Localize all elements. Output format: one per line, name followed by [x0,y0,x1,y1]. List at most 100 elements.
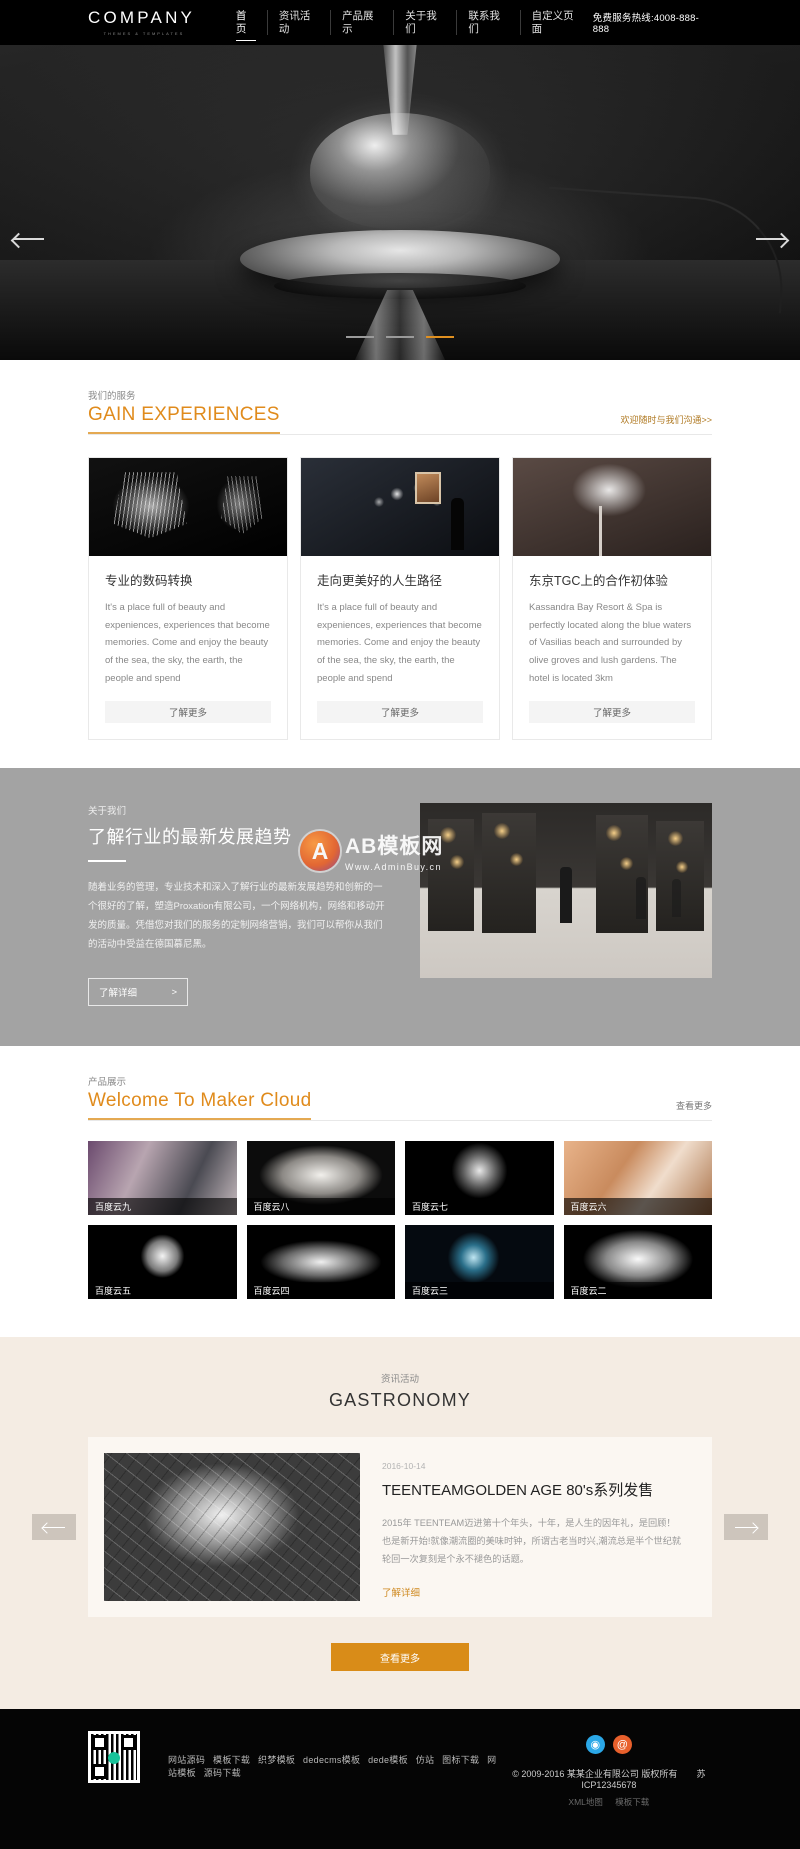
footer-link[interactable]: 网站源码 [168,1755,205,1765]
product-card[interactable]: 百度云五 [88,1225,237,1300]
qr-code-image [88,1731,140,1784]
news-header: 资讯活动 GASTRONOMY [0,1371,800,1411]
watermark-badge-icon: A [300,831,340,872]
hero-indicator-1[interactable] [346,336,374,338]
hero-carousel[interactable] [0,45,800,360]
services-title: GAIN EXPERIENCES [88,404,280,435]
news-next-button[interactable] [724,1514,768,1541]
news-headline: TEENTEAMGOLDEN AGE 80's系列发售 [382,1482,654,1500]
product-card[interactable]: 百度云八 [246,1141,395,1216]
site-footer: 网站源码 模板下载 织梦模板 dedecms模板 dede模板 仿站 图标下载 … [0,1709,800,1849]
hero-prev-arrow-icon[interactable] [14,238,44,240]
services-cards: 专业的数码转换 It's a place full of beauty and … [88,457,712,768]
page-root: COMPANY THEMES & TEMPLATES 首页 资讯活动 产品展示 … [0,0,800,1849]
about-detail-button[interactable]: 了解详细 > [88,978,188,1007]
nav-item-contact[interactable]: 联系我们 [456,9,519,36]
hero-next-arrow-icon[interactable] [756,238,786,240]
social-links: ◉ @ [506,1735,712,1755]
service-card[interactable]: 东京TGC上的合作初体验 Kassandra Bay Resort & Spa … [512,457,712,741]
hero-indicator-2[interactable] [386,336,414,338]
services-more-link[interactable]: 欢迎随时与我们沟通>> [620,413,712,426]
footer-link[interactable]: dedecms模板 [303,1755,360,1765]
news-section: 资讯活动 GASTRONOMY 2016-10-14 TEENTEAMGOLDE… [0,1337,800,1710]
service-card[interactable]: 专业的数码转换 It's a place full of beauty and … [88,457,288,741]
xml-sitemap-link[interactable]: XML地图 [568,1797,602,1807]
products-more-link[interactable]: 查看更多 [676,1099,712,1112]
watermark-subtitle: Www.AdminBuy.cn [345,862,442,873]
about-image [420,803,712,979]
product-label: 百度云五 [88,1282,237,1300]
service-card-desc: It's a place full of beauty and expenien… [317,602,482,684]
site-header: COMPANY THEMES & TEMPLATES 首页 资讯活动 产品展示 … [0,0,800,45]
product-label: 百度云七 [405,1198,554,1216]
product-card[interactable]: 百度云三 [405,1225,554,1300]
service-card-button[interactable]: 了解更多 [105,701,271,724]
qq-icon[interactable]: ◉ [585,1735,605,1755]
news-title: GASTRONOMY [328,1390,471,1411]
about-divider [88,860,126,863]
arrow-right-icon [735,1526,757,1529]
nav-item-news[interactable]: 资讯活动 [266,9,330,36]
product-card[interactable]: 百度云七 [405,1141,554,1216]
about-detail-button-label: 了解详细 [99,988,138,1000]
watermark-title: AB模板网 [345,835,444,859]
logo-main-text: COMPANY [88,8,196,27]
footer-link[interactable]: 织梦模板 [258,1755,295,1765]
copyright-text: © 2009-2016 某某企业有限公司 版权所有 苏ICP12345678 [506,1767,712,1790]
products-subtitle: 产品展示 [88,1077,127,1089]
services-subtitle: 我们的服务 [88,391,136,402]
product-card[interactable]: 百度云二 [563,1225,712,1300]
footer-link[interactable]: 图标下载 [442,1755,479,1765]
products-grid: 百度云九 百度云八 百度云七 百度云六 百度云五 百度云四 百度云三 百度云二 [88,1141,712,1337]
service-card-image [89,458,287,557]
about-section: 关于我们 了解行业的最新发展趋势 随着业务的管理，专业技术和深入了解行业的最新发… [0,768,800,1047]
services-section: 我们的服务 GAIN EXPERIENCES 欢迎随时与我们沟通>> 专业的数码… [0,360,800,768]
news-image [104,1453,360,1602]
news-detail-link[interactable]: 了解详细 [382,1585,420,1599]
product-card[interactable]: 百度云九 [88,1141,237,1216]
nav-item-home[interactable]: 首页 [225,10,267,42]
news-featured-card: 2016-10-14 TEENTEAMGOLDEN AGE 80's系列发售 2… [32,1437,768,1618]
news-more-button[interactable]: 查看更多 [331,1643,469,1672]
products-section: 产品展示 Welcome To Maker Cloud 查看更多 百度云九 百度… [0,1046,800,1337]
service-card-title: 东京TGC上的合作初体验 [529,574,668,589]
service-card-image [513,458,711,557]
news-date: 2016-10-14 [382,1461,426,1472]
hero-indicator-3[interactable] [426,336,454,338]
service-card-button[interactable]: 了解更多 [317,701,483,724]
product-label: 百度云三 [405,1282,554,1300]
copyright-label: © 2009-2016 某某企业有限公司 版权所有 [512,1769,678,1780]
news-excerpt: 2015年 TEENTEAM迈进第十个年头，十年，是人生的因年礼，是回顾！也是新… [382,1518,682,1565]
weibo-icon[interactable]: @ [612,1735,632,1755]
service-card-button[interactable]: 了解更多 [529,701,695,724]
products-header: 产品展示 Welcome To Maker Cloud 查看更多 [88,1046,712,1122]
product-label: 百度云六 [563,1198,712,1216]
nav-item-products[interactable]: 产品展示 [330,9,393,36]
product-card[interactable]: 百度云四 [246,1225,395,1300]
service-card-image [301,458,499,557]
product-card[interactable]: 百度云六 [563,1141,712,1216]
service-card-desc: It's a place full of beauty and expenien… [105,602,270,684]
footer-link[interactable]: 仿站 [416,1755,435,1765]
product-label: 百度云二 [563,1282,712,1300]
service-card-title: 专业的数码转换 [105,574,193,589]
news-subtitle: 资讯活动 [380,1374,419,1386]
hotline-text: 免费服务热线:4008-888-888 [592,13,699,35]
site-logo[interactable]: COMPANY THEMES & TEMPLATES [88,9,200,36]
footer-link[interactable]: 源码下载 [204,1768,241,1778]
news-prev-button[interactable] [32,1514,76,1541]
footer-sub-links: XML地图 模板下载 [506,1796,712,1808]
services-header: 我们的服务 GAIN EXPERIENCES 欢迎随时与我们沟通>> [88,360,712,436]
logo-sub-text: THEMES & TEMPLATES [103,31,185,36]
nav-item-about[interactable]: 关于我们 [393,9,456,36]
footer-links: 网站源码 模板下载 织梦模板 dedecms模板 dede模板 仿站 图标下载 … [168,1731,506,1808]
footer-right-block: ◉ @ © 2009-2016 某某企业有限公司 版权所有 苏ICP123456… [506,1731,712,1808]
chevron-right-icon: > [171,986,177,998]
template-download-link[interactable]: 模板下载 [615,1797,649,1807]
product-label: 百度云九 [88,1198,237,1216]
arrow-left-icon [43,1526,65,1529]
footer-link[interactable]: 模板下载 [213,1755,250,1765]
footer-link[interactable]: dede模板 [368,1755,408,1765]
nav-item-custom-page[interactable]: 自定义页面 [519,9,593,36]
service-card[interactable]: 走向更美好的人生路径 It's a place full of beauty a… [300,457,500,741]
